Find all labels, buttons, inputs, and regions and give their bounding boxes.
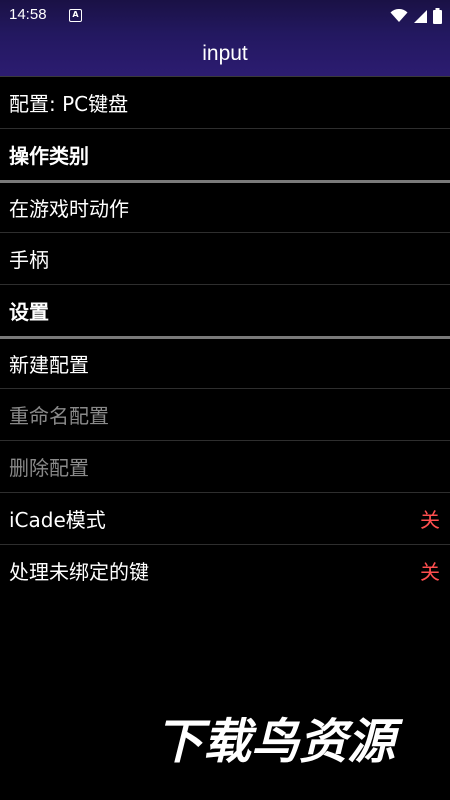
delete-config-label: 删除配置	[9, 456, 89, 480]
wifi-icon	[390, 9, 408, 22]
category-header-settings: 设置	[0, 284, 450, 336]
settings-header-label: 设置	[9, 300, 49, 324]
battery-icon	[433, 8, 442, 24]
gamepad-row[interactable]: 手柄	[0, 232, 450, 284]
rename-config-label: 重命名配置	[9, 404, 109, 428]
preference-list: 配置: PC键盘 操作类别 在游戏时动作 手柄 设置 新建配置 重命名配置 删除…	[0, 76, 450, 596]
rename-config-row[interactable]: 重命名配置	[0, 388, 450, 440]
notification-icon: A	[69, 9, 82, 22]
handle-unbound-keys-value: 关	[420, 560, 440, 584]
icade-mode-label: iCade模式	[9, 508, 106, 532]
signal-icon	[414, 9, 427, 23]
app-screen: 14:58 A input 配置: PC键盘 操作类别 在游戏时动作 手柄 设置…	[0, 0, 450, 800]
config-selector-label: 配置: PC键盘	[9, 92, 129, 116]
title-bar: input	[0, 32, 450, 76]
delete-config-row[interactable]: 删除配置	[0, 440, 450, 492]
status-time: 14:58	[9, 6, 47, 23]
gamepad-label: 手柄	[9, 248, 49, 272]
app-header: 14:58 A input	[0, 0, 450, 76]
status-bar: 14:58 A	[0, 0, 450, 32]
category-header-label: 操作类别	[9, 144, 89, 168]
page-title: input	[202, 42, 248, 65]
in-game-action-row[interactable]: 在游戏时动作	[0, 180, 450, 232]
status-icons	[390, 7, 442, 25]
handle-unbound-keys-row[interactable]: 处理未绑定的键 关	[0, 544, 450, 596]
handle-unbound-keys-label: 处理未绑定的键	[9, 560, 149, 584]
category-header-operations: 操作类别	[0, 128, 450, 180]
watermark: 下载鸟资源	[120, 712, 430, 772]
icade-mode-value: 关	[420, 508, 440, 532]
icade-mode-row[interactable]: iCade模式 关	[0, 492, 450, 544]
watermark-text: 下载鸟资源	[155, 714, 404, 770]
new-config-row[interactable]: 新建配置	[0, 336, 450, 388]
in-game-action-label: 在游戏时动作	[9, 197, 129, 221]
config-selector-row[interactable]: 配置: PC键盘	[0, 76, 450, 128]
new-config-label: 新建配置	[9, 353, 89, 377]
